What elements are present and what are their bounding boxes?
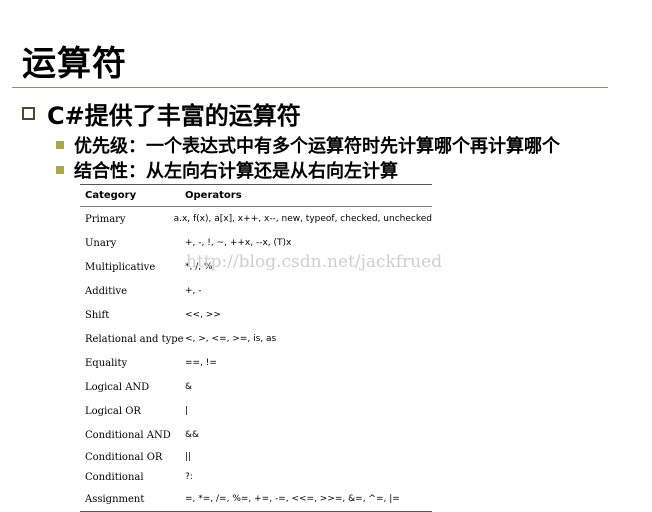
- table-row: Shift <<, >>: [80, 303, 432, 327]
- operators-cell: <, >, <=, >=, is, as: [185, 334, 277, 344]
- table-row: Relational and type <, >, <=, >=, is, as: [80, 327, 432, 351]
- operators-cell: <<, >>: [185, 310, 221, 320]
- operators-cell: =, *=, /=, %=, +=, -=, <<=, >>=, &=, ^=,…: [185, 494, 400, 504]
- sub-bullet-associativity: 结合性：从左向右计算还是从右向左计算: [56, 158, 398, 182]
- table-row: Assignment =, *=, /=, %=, +=, -=, <<=, >…: [80, 487, 432, 511]
- sub-bullet-text: 优先级：一个表达式中有多个运算符时先计算哪个再计算哪个: [74, 136, 560, 157]
- category-cell: Additive: [85, 285, 128, 297]
- main-bullet-text: C#提供了丰富的运算符: [47, 101, 301, 130]
- operators-cell: ?:: [185, 472, 193, 482]
- category-cell: Relational and type: [85, 333, 184, 345]
- category-cell: Equality: [85, 357, 128, 369]
- category-cell: Logical OR: [85, 405, 141, 417]
- operators-cell: &: [185, 382, 193, 392]
- filled-square-bullet-icon: [56, 141, 64, 149]
- table-row: Conditional AND &&: [80, 423, 432, 447]
- category-cell: Primary: [85, 213, 126, 225]
- operators-cell: ||: [185, 452, 192, 462]
- operators-cell: +, -, !, ~, ++x, --x, (T)x: [185, 238, 292, 248]
- category-cell: Shift: [85, 309, 110, 321]
- column-header-operators: Operators: [185, 190, 242, 201]
- operators-cell: |: [185, 406, 189, 416]
- operators-cell: +, -: [185, 286, 202, 296]
- table-row: Logical AND &: [80, 375, 432, 399]
- hollow-square-bullet-icon: [22, 106, 35, 120]
- category-cell: Logical AND: [85, 381, 150, 393]
- category-cell: Conditional AND: [85, 429, 171, 441]
- sub-bullet-text: 结合性：从左向右计算还是从右向左计算: [74, 161, 398, 182]
- slide-title: 运算符: [22, 44, 127, 84]
- operator-table: Category Operators Primary a.x, f(x), a[…: [80, 184, 432, 512]
- table-row: Primary a.x, f(x), a[x], x++, x--, new, …: [80, 207, 432, 231]
- operators-cell: &&: [185, 430, 200, 440]
- operators-cell: ==, !=: [185, 358, 217, 368]
- category-cell: Conditional: [85, 471, 144, 483]
- table-row: Equality ==, !=: [80, 351, 432, 375]
- main-bullet: C#提供了丰富的运算符: [22, 98, 301, 130]
- filled-square-bullet-icon: [56, 166, 64, 174]
- category-cell: Unary: [85, 237, 117, 249]
- sub-bullet-precedence: 优先级：一个表达式中有多个运算符时先计算哪个再计算哪个: [56, 133, 560, 157]
- table-row: Conditional OR ||: [80, 447, 432, 467]
- category-cell: Multiplicative: [85, 261, 156, 273]
- table-row: Additive +, -: [80, 279, 432, 303]
- category-cell: Assignment: [85, 493, 145, 505]
- title-divider: [12, 87, 608, 88]
- category-cell: Conditional OR: [85, 451, 163, 463]
- table-row: Conditional ?:: [80, 467, 432, 487]
- operators-cell: a.x, f(x), a[x], x++, x--, new, typeof, …: [173, 214, 432, 224]
- watermark-text: http://blog.csdn.net/jackfrued: [186, 252, 443, 272]
- column-header-category: Category: [85, 190, 137, 201]
- table-header: Category Operators: [80, 185, 432, 207]
- table-row: Logical OR |: [80, 399, 432, 423]
